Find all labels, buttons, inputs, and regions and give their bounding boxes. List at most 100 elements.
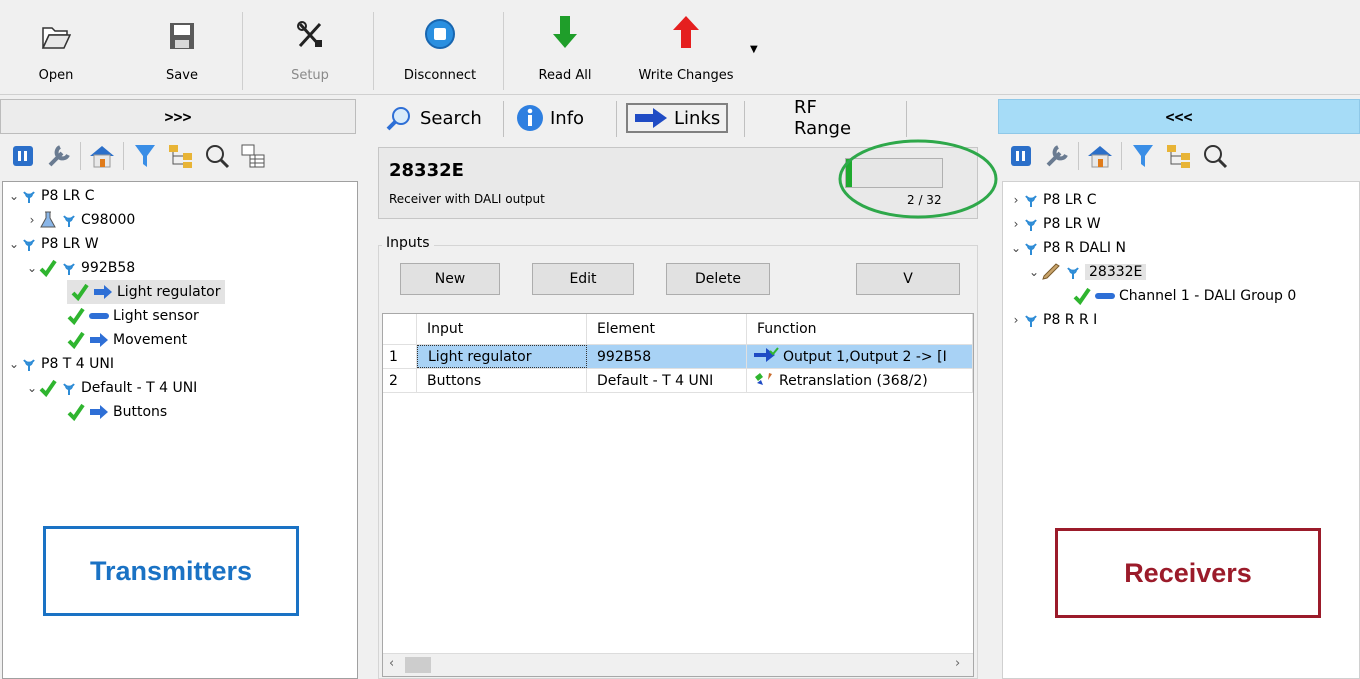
table-cell-selected[interactable]: Light regulator bbox=[417, 345, 587, 368]
scrollbar-thumb[interactable] bbox=[405, 657, 431, 673]
delete-button[interactable]: Delete bbox=[666, 263, 770, 295]
chevron-right-icon[interactable]: › bbox=[1009, 193, 1023, 207]
transmitters-tree: ⌄ P8 LR C › C98000 ⌄ P8 LR W ⌄ 992B58 Light … bbox=[2, 181, 358, 679]
tree-node[interactable]: Channel 1 - DALI Group 0 bbox=[1073, 284, 1296, 308]
chevron-down-icon[interactable]: ⌄ bbox=[25, 261, 39, 275]
column-header[interactable]: Input bbox=[417, 314, 587, 344]
antenna-icon bbox=[1023, 216, 1039, 232]
tree-node[interactable]: Buttons bbox=[67, 400, 167, 424]
antenna-icon bbox=[21, 356, 37, 372]
chevron-down-icon[interactable]: ⌄ bbox=[1009, 241, 1023, 255]
chevron-down-icon[interactable]: ⌄ bbox=[1027, 265, 1041, 279]
checkmark-icon bbox=[39, 259, 57, 277]
antenna-icon bbox=[1023, 192, 1039, 208]
read-all-button[interactable]: Read All bbox=[534, 6, 596, 90]
tab-links[interactable]: Links bbox=[626, 99, 729, 137]
arrow-down-icon bbox=[534, 6, 596, 50]
tree-node[interactable]: ⌄ 992B58 bbox=[25, 256, 135, 280]
horizontal-scrollbar[interactable]: ‹ › bbox=[383, 653, 973, 676]
checkmark-icon bbox=[71, 283, 89, 301]
floppy-disk-icon bbox=[160, 6, 204, 50]
tree-node[interactable]: › P8 LR C bbox=[1009, 188, 1097, 212]
arrow-up-icon bbox=[632, 6, 740, 50]
home-icon[interactable] bbox=[87, 141, 117, 171]
antenna-icon bbox=[61, 380, 77, 396]
write-changes-dropdown-icon[interactable]: ▼ bbox=[750, 44, 758, 55]
tree-node[interactable]: ⌄ P8 LR W bbox=[7, 232, 99, 256]
device-info-icon[interactable] bbox=[1006, 141, 1036, 171]
home-icon[interactable] bbox=[1085, 141, 1115, 171]
inputs-label: Inputs bbox=[382, 235, 434, 251]
chevron-right-icon[interactable]: › bbox=[1009, 313, 1023, 327]
wrench-icon[interactable] bbox=[1042, 141, 1072, 171]
chevron-right-icon[interactable]: › bbox=[25, 213, 39, 227]
transmitters-callout: Transmitters bbox=[43, 526, 299, 616]
search-icon[interactable] bbox=[202, 141, 232, 171]
write-changes-button[interactable]: Write Changes bbox=[632, 6, 740, 90]
antenna-icon bbox=[1023, 240, 1039, 256]
tab-search[interactable]: Search bbox=[386, 99, 482, 137]
edit-button[interactable]: Edit bbox=[532, 263, 634, 295]
tree-node[interactable]: › C98000 bbox=[25, 208, 135, 232]
tree-node[interactable]: › P8 LR W bbox=[1009, 212, 1101, 236]
tab-rf-range[interactable]: RF Range bbox=[794, 97, 851, 139]
arrow-right-icon bbox=[89, 333, 109, 347]
disconnect-button[interactable]: Disconnect bbox=[398, 6, 482, 90]
antenna-icon bbox=[1065, 264, 1081, 280]
antenna-icon bbox=[61, 212, 77, 228]
tree-node-selected[interactable]: Light regulator bbox=[67, 280, 225, 304]
tree-node[interactable]: ⌄ P8 LR C bbox=[7, 184, 95, 208]
device-description: Receiver with DALI output bbox=[389, 192, 545, 206]
folder-open-icon bbox=[36, 6, 76, 50]
chevron-down-icon[interactable]: ⌄ bbox=[7, 237, 21, 251]
checkmark-icon bbox=[67, 403, 85, 421]
hierarchy-icon[interactable] bbox=[1164, 141, 1194, 171]
toolbar-separator bbox=[503, 12, 504, 90]
setup-button[interactable]: Setup bbox=[284, 6, 336, 90]
scroll-left-icon[interactable]: ‹ bbox=[389, 656, 394, 671]
chevron-down-icon[interactable]: ⌄ bbox=[25, 381, 39, 395]
checkmark-icon bbox=[67, 331, 85, 349]
chevron-down-icon[interactable]: ⌄ bbox=[7, 189, 21, 203]
arrow-right-icon bbox=[93, 285, 113, 299]
disconnect-icon bbox=[398, 6, 482, 50]
tree-node[interactable]: › P8 R R I bbox=[1009, 308, 1098, 332]
table-view-icon[interactable] bbox=[238, 141, 268, 171]
expand-panel-button[interactable]: >>> bbox=[0, 99, 356, 134]
tree-node-selected[interactable]: ⌄ 28332E bbox=[1027, 260, 1147, 284]
wrench-icon[interactable] bbox=[44, 141, 74, 171]
v-button[interactable]: V bbox=[856, 263, 960, 295]
filter-icon[interactable] bbox=[130, 141, 160, 171]
chevron-down-icon[interactable]: ⌄ bbox=[7, 357, 21, 371]
tree-node[interactable]: ⌄ Default - T 4 UNI bbox=[25, 376, 197, 400]
table-row[interactable]: 1 Light regulator 992B58 Output 1,Output… bbox=[383, 344, 973, 368]
retranslation-icon bbox=[753, 371, 775, 391]
filter-icon[interactable] bbox=[1128, 141, 1158, 171]
save-button[interactable]: Save bbox=[160, 6, 204, 90]
tree-node[interactable]: ⌄ P8 T 4 UNI bbox=[7, 352, 114, 376]
new-button[interactable]: New bbox=[400, 263, 500, 295]
transmitters-panel: >>> ⌄ P8 LR C › C98000 ⌄ P8 LR W ⌄ 992B58 Li… bbox=[0, 97, 358, 679]
device-name: 28332E bbox=[389, 160, 464, 181]
device-info-icon[interactable] bbox=[8, 141, 38, 171]
links-panel: Search Info Links RF Range 28332E Receiv… bbox=[370, 97, 998, 679]
toolbar: Open Save Setup Disconnect Read All Writ… bbox=[0, 0, 1360, 95]
scroll-right-icon[interactable]: › bbox=[955, 656, 960, 671]
chevron-right-icon[interactable]: › bbox=[1009, 217, 1023, 231]
collapse-panel-button[interactable]: <<< bbox=[998, 99, 1360, 134]
tab-info[interactable]: Info bbox=[516, 99, 584, 137]
column-header[interactable]: Element bbox=[587, 314, 747, 344]
search-icon[interactable] bbox=[1200, 141, 1230, 171]
search-icon bbox=[386, 105, 414, 131]
table-row[interactable]: 2 Buttons Default - T 4 UNI Retranslatio… bbox=[383, 368, 973, 393]
receivers-callout: Receivers bbox=[1055, 528, 1321, 618]
pencil-icon bbox=[1041, 263, 1061, 281]
tree-node[interactable]: Movement bbox=[67, 328, 187, 352]
hierarchy-icon[interactable] bbox=[166, 141, 196, 171]
open-button[interactable]: Open bbox=[36, 6, 76, 90]
antenna-icon bbox=[21, 236, 37, 252]
sensor-icon bbox=[89, 311, 109, 321]
tree-node[interactable]: ⌄ P8 R DALI N bbox=[1009, 236, 1126, 260]
column-header[interactable]: Function bbox=[747, 314, 973, 344]
tree-node[interactable]: Light sensor bbox=[67, 304, 199, 328]
